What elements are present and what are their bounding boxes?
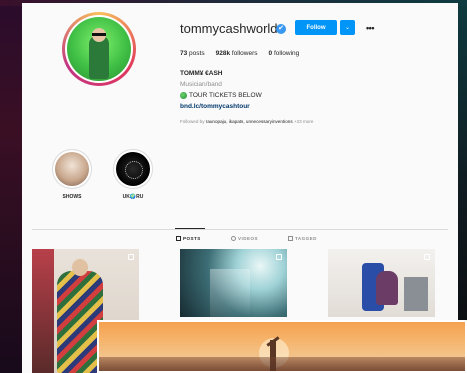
post-thumbnail[interactable] bbox=[180, 249, 287, 317]
profile-avatar[interactable] bbox=[62, 12, 136, 86]
highlight-cover-image bbox=[55, 152, 89, 186]
bio-text: TOUR TICKETS BELOW bbox=[180, 92, 262, 99]
profile-username: tommycashworld bbox=[180, 21, 278, 36]
globe-emoji-icon bbox=[180, 92, 187, 99]
tagged-icon bbox=[288, 236, 293, 241]
highlight-ukru[interactable]: UK🌍RU bbox=[112, 149, 154, 200]
background-collage-left bbox=[0, 0, 22, 373]
follow-button[interactable]: Follow bbox=[295, 20, 337, 35]
highlight-cover-image bbox=[116, 152, 150, 186]
followers-stat[interactable]: 928k followers bbox=[216, 50, 258, 57]
carousel-icon bbox=[424, 254, 430, 260]
carousel-icon bbox=[276, 254, 282, 260]
tab-tagged[interactable]: TAGGED bbox=[288, 236, 317, 241]
tabs-divider bbox=[32, 229, 448, 230]
verified-badge-icon: ✔ bbox=[276, 24, 286, 34]
more-options-button[interactable]: ••• bbox=[363, 20, 377, 35]
following-stat[interactable]: 0 following bbox=[269, 50, 300, 57]
profile-page: tommycashworld ✔ Follow ⌄ ••• 73 posts 9… bbox=[22, 3, 458, 373]
video-icon bbox=[231, 236, 236, 241]
highlight-label: SHOWS bbox=[62, 194, 82, 200]
tab-posts[interactable]: POSTS bbox=[176, 236, 201, 241]
avatar-image bbox=[67, 17, 131, 81]
highlight-shows[interactable]: SHOWS bbox=[51, 149, 93, 200]
carousel-icon bbox=[128, 254, 134, 260]
post-thumbnail[interactable] bbox=[328, 249, 435, 317]
profile-category: Musician/band bbox=[180, 81, 222, 88]
profile-full-name: TOMM¥ €ASH bbox=[180, 70, 223, 77]
background-collage-right bbox=[457, 0, 467, 373]
overlapping-sunset-photo bbox=[97, 320, 467, 373]
bio-link[interactable]: bnd.lc/tommycashtour bbox=[180, 103, 250, 110]
posts-stat: 73 posts bbox=[180, 50, 205, 57]
followed-by-text[interactable]: Followed by raunopaju, ikapats, unnecess… bbox=[180, 119, 313, 124]
grid-icon bbox=[176, 236, 181, 241]
profile-stats: 73 posts 928k followers 0 following bbox=[180, 50, 299, 57]
highlight-label: UK🌍RU bbox=[122, 194, 144, 200]
tab-videos[interactable]: VIDEOS bbox=[231, 236, 258, 241]
active-tab-indicator bbox=[175, 228, 205, 229]
suggested-accounts-dropdown-button[interactable]: ⌄ bbox=[340, 20, 355, 35]
city-skyline bbox=[99, 357, 465, 371]
